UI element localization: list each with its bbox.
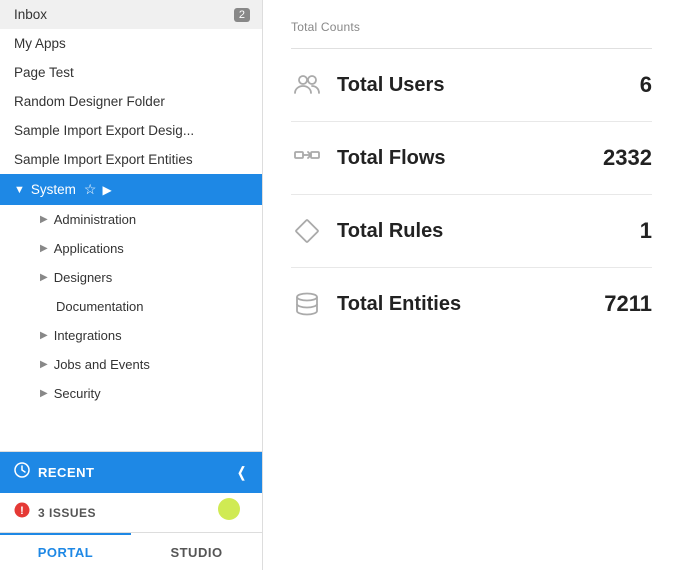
sidebar-item-administration[interactable]: ▶ Administration <box>0 205 262 234</box>
sidebar-bottom: RECENT ❬ ! 3 ISSUES PORTAL STUDIO <box>0 451 262 570</box>
sidebar-sub-item-label: Documentation <box>56 299 143 314</box>
sidebar-item-designers[interactable]: ▶ Designers <box>0 263 262 292</box>
collapse-arrow-icon: ▼ <box>14 184 25 196</box>
entities-icon <box>291 288 323 320</box>
star-icon[interactable]: ☆ <box>84 181 97 198</box>
sidebar-item-label: Sample Import Export Desig... <box>14 123 194 138</box>
recent-label: RECENT <box>38 465 94 480</box>
collapse-icon: ❬ <box>236 464 248 481</box>
section-label: Total Counts <box>291 20 652 34</box>
expand-arrow-icon: ▶ <box>40 388 48 399</box>
expand-arrow-icon: ▶ <box>40 359 48 370</box>
flows-value: 2332 <box>592 145 652 171</box>
sidebar-item-random-designer[interactable]: Random Designer Folder <box>0 87 262 116</box>
sidebar-item-label: Sample Import Export Entities <box>14 152 193 167</box>
users-value: 6 <box>592 72 652 98</box>
expand-arrow-icon: ▶ <box>40 272 48 283</box>
issues-label: 3 ISSUES <box>38 506 96 520</box>
sidebar-sub-item-label: Jobs and Events <box>54 357 150 372</box>
rules-value: 1 <box>592 218 652 244</box>
sidebar-item-page-test[interactable]: Page Test <box>0 58 262 87</box>
sidebar-item-label: System <box>31 182 76 197</box>
sidebar-sub-item-label: Applications <box>54 241 124 256</box>
sidebar-item-documentation[interactable]: Documentation <box>0 292 262 321</box>
sidebar-item-system[interactable]: ▼ System ☆ ▶ <box>0 174 262 205</box>
expand-arrow-icon: ▶ <box>40 214 48 225</box>
users-label: Total Users <box>337 74 592 97</box>
sidebar-item-jobs-and-events[interactable]: ▶ Jobs and Events <box>0 350 262 379</box>
expand-arrow-icon: ▶ <box>40 330 48 341</box>
main-content: Total Counts Total Users 6 Total Flows 2… <box>263 0 680 570</box>
sidebar-item-label: Page Test <box>14 65 74 80</box>
expand-arrow-icon: ▶ <box>40 243 48 254</box>
tab-bar: PORTAL STUDIO <box>0 532 262 570</box>
sidebar: Inbox 2 My Apps Page Test Random Designe… <box>0 0 263 570</box>
users-icon <box>291 69 323 101</box>
sidebar-sub-item-label: Administration <box>54 212 136 227</box>
sidebar-item-inbox[interactable]: Inbox 2 <box>0 0 262 29</box>
recent-bar[interactable]: RECENT ❬ <box>0 452 262 493</box>
stat-row-flows: Total Flows 2332 <box>291 122 652 195</box>
sidebar-item-label: My Apps <box>14 36 66 51</box>
clock-icon <box>14 462 30 483</box>
stat-row-entities: Total Entities 7211 <box>291 268 652 340</box>
issues-bar[interactable]: ! 3 ISSUES <box>0 493 262 532</box>
inbox-badge: 2 <box>234 8 250 22</box>
sidebar-item-label: Inbox <box>14 7 47 22</box>
rules-label: Total Rules <box>337 220 592 243</box>
sidebar-nav: Inbox 2 My Apps Page Test Random Designe… <box>0 0 262 451</box>
stat-row-rules: Total Rules 1 <box>291 195 652 268</box>
stat-row-users: Total Users 6 <box>291 49 652 122</box>
sidebar-item-applications[interactable]: ▶ Applications <box>0 234 262 263</box>
tab-studio[interactable]: STUDIO <box>131 533 262 570</box>
tab-portal[interactable]: PORTAL <box>0 533 131 570</box>
entities-value: 7211 <box>592 291 652 317</box>
sidebar-item-integrations[interactable]: ▶ Integrations <box>0 321 262 350</box>
flows-icon <box>291 142 323 174</box>
sidebar-item-my-apps[interactable]: My Apps <box>0 29 262 58</box>
sidebar-item-label: Random Designer Folder <box>14 94 165 109</box>
sidebar-sub-item-label: Designers <box>54 270 113 285</box>
sidebar-item-sample-import-entities[interactable]: Sample Import Export Entities <box>0 145 262 174</box>
svg-text:!: ! <box>20 505 24 517</box>
sidebar-sub-item-label: Security <box>54 386 101 401</box>
flows-label: Total Flows <box>337 147 592 170</box>
rules-icon <box>291 215 323 247</box>
sidebar-item-sample-import-desig[interactable]: Sample Import Export Desig... <box>0 116 262 145</box>
warning-icon: ! <box>14 502 30 523</box>
sidebar-sub-item-label: Integrations <box>54 328 122 343</box>
chevron-right-icon: ▶ <box>102 183 111 197</box>
sidebar-item-security[interactable]: ▶ Security <box>0 379 262 408</box>
entities-label: Total Entities <box>337 293 592 316</box>
